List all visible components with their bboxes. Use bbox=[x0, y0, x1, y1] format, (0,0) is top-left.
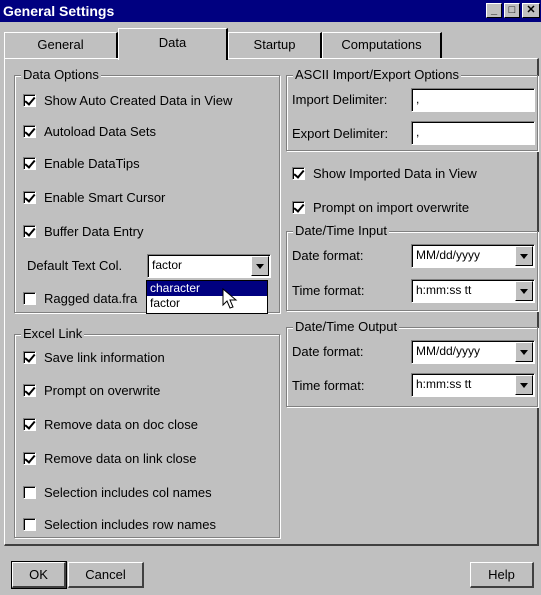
checkbox-smart-cursor[interactable]: Enable Smart Cursor bbox=[23, 187, 165, 207]
checkbox-icon[interactable] bbox=[23, 517, 36, 531]
checkbox-save-link[interactable]: Save link information bbox=[23, 347, 165, 367]
input-time-format-label: Time format: bbox=[292, 283, 365, 298]
dropdown-value: h:mm:ss tt bbox=[416, 377, 472, 391]
checkbox-label: Enable Smart Cursor bbox=[44, 189, 166, 205]
checkbox-label: Remove data on link close bbox=[44, 450, 197, 466]
tab-data[interactable]: Data bbox=[118, 28, 228, 60]
checkbox-label: Prompt on import overwrite bbox=[313, 199, 470, 215]
datetime-input-group: Date/Time Input Date format: MM/dd/yyyy … bbox=[286, 223, 538, 311]
chevron-down-icon[interactable] bbox=[515, 281, 533, 301]
dropdown-option-character[interactable]: character bbox=[147, 281, 267, 296]
input-date-format-label: Date format: bbox=[292, 248, 364, 263]
ascii-options-group: ASCII Import/Export Options Import Delim… bbox=[286, 67, 538, 151]
checkbox-icon[interactable] bbox=[23, 93, 36, 107]
tab-computations[interactable]: Computations bbox=[322, 32, 442, 58]
checkbox-label: Selection includes col names bbox=[44, 484, 212, 500]
datetime-input-title: Date/Time Input bbox=[293, 223, 390, 238]
checkbox-datatips[interactable]: Enable DataTips bbox=[23, 153, 140, 173]
checkbox-buffer-entry[interactable]: Buffer Data Entry bbox=[23, 221, 143, 241]
output-date-format-dropdown[interactable]: MM/dd/yyyy bbox=[411, 340, 535, 364]
checkbox-row-names[interactable]: Selection includes row names bbox=[23, 514, 216, 534]
input-value: , bbox=[416, 125, 420, 139]
checkbox-icon[interactable] bbox=[23, 451, 36, 465]
checkbox-label: Remove data on doc close bbox=[44, 416, 198, 432]
default-text-col-dropdown[interactable]: factor bbox=[147, 254, 271, 278]
checkbox-icon[interactable] bbox=[292, 166, 305, 180]
excel-link-group: Excel Link Save link information Prompt … bbox=[14, 326, 280, 538]
checkbox-remove-doc-close[interactable]: Remove data on doc close bbox=[23, 414, 198, 434]
checkbox-icon[interactable] bbox=[23, 291, 36, 305]
checkbox-show-auto-created[interactable]: Show Auto Created Data in View bbox=[23, 90, 232, 110]
title-bar: General Settings _ □ ✕ bbox=[0, 0, 541, 22]
checkbox-label: Save link information bbox=[44, 349, 165, 365]
ok-button[interactable]: OK bbox=[11, 561, 67, 589]
output-time-format-dropdown[interactable]: h:mm:ss tt bbox=[411, 373, 535, 397]
output-date-format-label: Date format: bbox=[292, 344, 364, 359]
chevron-down-icon[interactable] bbox=[251, 256, 269, 276]
checkbox-icon[interactable] bbox=[23, 350, 36, 364]
mouse-pointer-icon bbox=[222, 288, 238, 309]
checkbox-label: Selection includes row names bbox=[44, 516, 216, 532]
import-delimiter-input[interactable]: , bbox=[411, 88, 535, 112]
datetime-output-title: Date/Time Output bbox=[293, 319, 400, 334]
export-delimiter-input[interactable]: , bbox=[411, 121, 535, 145]
checkbox-label: Ragged data.fra bbox=[44, 290, 138, 306]
checkbox-label: Show Imported Data in View bbox=[313, 165, 477, 181]
data-options-group: Data Options Show Auto Created Data in V… bbox=[14, 67, 280, 313]
tab-startup[interactable]: Startup bbox=[228, 32, 322, 58]
datetime-output-group: Date/Time Output Date format: MM/dd/yyyy… bbox=[286, 319, 538, 407]
close-button[interactable]: ✕ bbox=[522, 3, 540, 18]
checkbox-show-imported[interactable]: Show Imported Data in View bbox=[292, 163, 477, 183]
checkbox-icon[interactable] bbox=[23, 485, 36, 499]
excel-link-title: Excel Link bbox=[21, 326, 85, 341]
checkbox-icon[interactable] bbox=[292, 200, 305, 214]
maximize-button[interactable]: □ bbox=[504, 3, 520, 18]
checkbox-icon[interactable] bbox=[23, 156, 36, 170]
checkbox-icon[interactable] bbox=[23, 383, 36, 397]
tab-general[interactable]: General bbox=[4, 32, 118, 58]
dropdown-option-factor[interactable]: factor bbox=[147, 296, 267, 311]
checkbox-icon[interactable] bbox=[23, 124, 36, 138]
import-delimiter-label: Import Delimiter: bbox=[292, 92, 388, 107]
chevron-down-icon[interactable] bbox=[515, 375, 533, 395]
input-value: , bbox=[416, 92, 420, 106]
checkbox-icon[interactable] bbox=[23, 417, 36, 431]
chevron-down-icon[interactable] bbox=[515, 342, 533, 362]
checkbox-autoload[interactable]: Autoload Data Sets bbox=[23, 121, 156, 141]
dropdown-value: MM/dd/yyyy bbox=[416, 344, 481, 358]
tab-strip: General Data Startup Computations bbox=[0, 26, 541, 60]
dropdown-value: h:mm:ss tt bbox=[416, 283, 472, 297]
checkbox-col-names[interactable]: Selection includes col names bbox=[23, 482, 212, 502]
dropdown-value: factor bbox=[152, 258, 183, 272]
checkbox-label: Prompt on overwrite bbox=[44, 382, 161, 398]
checkbox-label: Buffer Data Entry bbox=[44, 223, 144, 239]
checkbox-label: Autoload Data Sets bbox=[44, 123, 157, 139]
chevron-down-icon[interactable] bbox=[515, 246, 533, 266]
ascii-options-title: ASCII Import/Export Options bbox=[293, 67, 462, 82]
checkbox-prompt-import[interactable]: Prompt on import overwrite bbox=[292, 197, 469, 217]
checkbox-label: Enable DataTips bbox=[44, 155, 140, 171]
input-date-format-dropdown[interactable]: MM/dd/yyyy bbox=[411, 244, 535, 268]
checkbox-icon[interactable] bbox=[23, 224, 36, 238]
checkbox-icon[interactable] bbox=[23, 190, 36, 204]
checkbox-remove-link-close[interactable]: Remove data on link close bbox=[23, 448, 196, 468]
export-delimiter-label: Export Delimiter: bbox=[292, 126, 389, 141]
dropdown-list[interactable]: character factor bbox=[146, 280, 268, 314]
minimize-button[interactable]: _ bbox=[486, 3, 502, 18]
input-time-format-dropdown[interactable]: h:mm:ss tt bbox=[411, 279, 535, 303]
checkbox-prompt-overwrite[interactable]: Prompt on overwrite bbox=[23, 380, 160, 400]
output-time-format-label: Time format: bbox=[292, 378, 365, 393]
checkbox-label: Show Auto Created Data in View bbox=[44, 92, 233, 108]
default-text-col-label: Default Text Col. bbox=[27, 258, 123, 273]
help-button[interactable]: Help bbox=[470, 562, 534, 588]
data-options-title: Data Options bbox=[21, 67, 101, 82]
dropdown-value: MM/dd/yyyy bbox=[416, 248, 481, 262]
window-title: General Settings bbox=[3, 3, 115, 19]
checkbox-ragged[interactable]: Ragged data.fra bbox=[23, 288, 137, 308]
cancel-button[interactable]: Cancel bbox=[68, 562, 144, 588]
